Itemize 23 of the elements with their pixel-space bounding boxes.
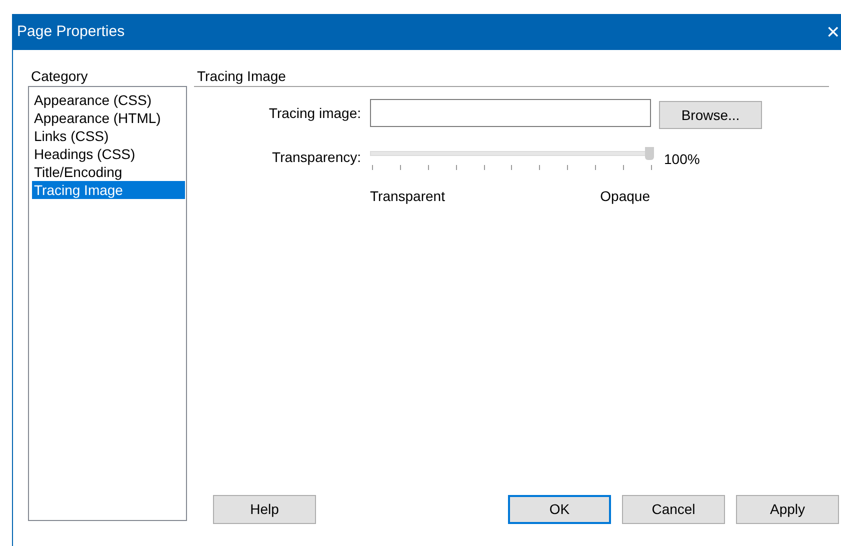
max-label: Opaque [600,187,650,206]
transparency-value: 100% [664,150,700,169]
dialog-button[interactable]: Help [213,495,316,524]
field-label: Tracing image: [268,104,361,123]
category-item[interactable]: Links (CSS) [32,127,185,145]
dialog-button[interactable]: Cancel [622,495,725,524]
category-item[interactable]: Title/Encoding [32,163,185,181]
close-button[interactable]: ✕ [826,24,840,40]
category-item[interactable]: Headings (CSS) [32,145,185,163]
field-label: Transparency: [271,148,361,167]
window-title: Page Properties [17,22,125,42]
browse-button[interactable]: Browse... [659,101,762,129]
category-label: Category [31,67,89,86]
ok-button[interactable]: OK [508,495,611,524]
category-item[interactable]: Tracing Image [32,181,185,199]
category-item[interactable]: Appearance (HTML) [32,109,185,127]
category-item[interactable]: Appearance (CSS) [32,91,185,109]
tracing-image-field[interactable] [370,99,651,127]
panel-heading: Tracing Image [197,67,287,86]
slider-thumb[interactable] [645,147,654,160]
dialog-button[interactable]: Apply [736,495,839,524]
transparency-slider[interactable] [370,147,654,161]
min-label: Transparent [370,187,445,206]
